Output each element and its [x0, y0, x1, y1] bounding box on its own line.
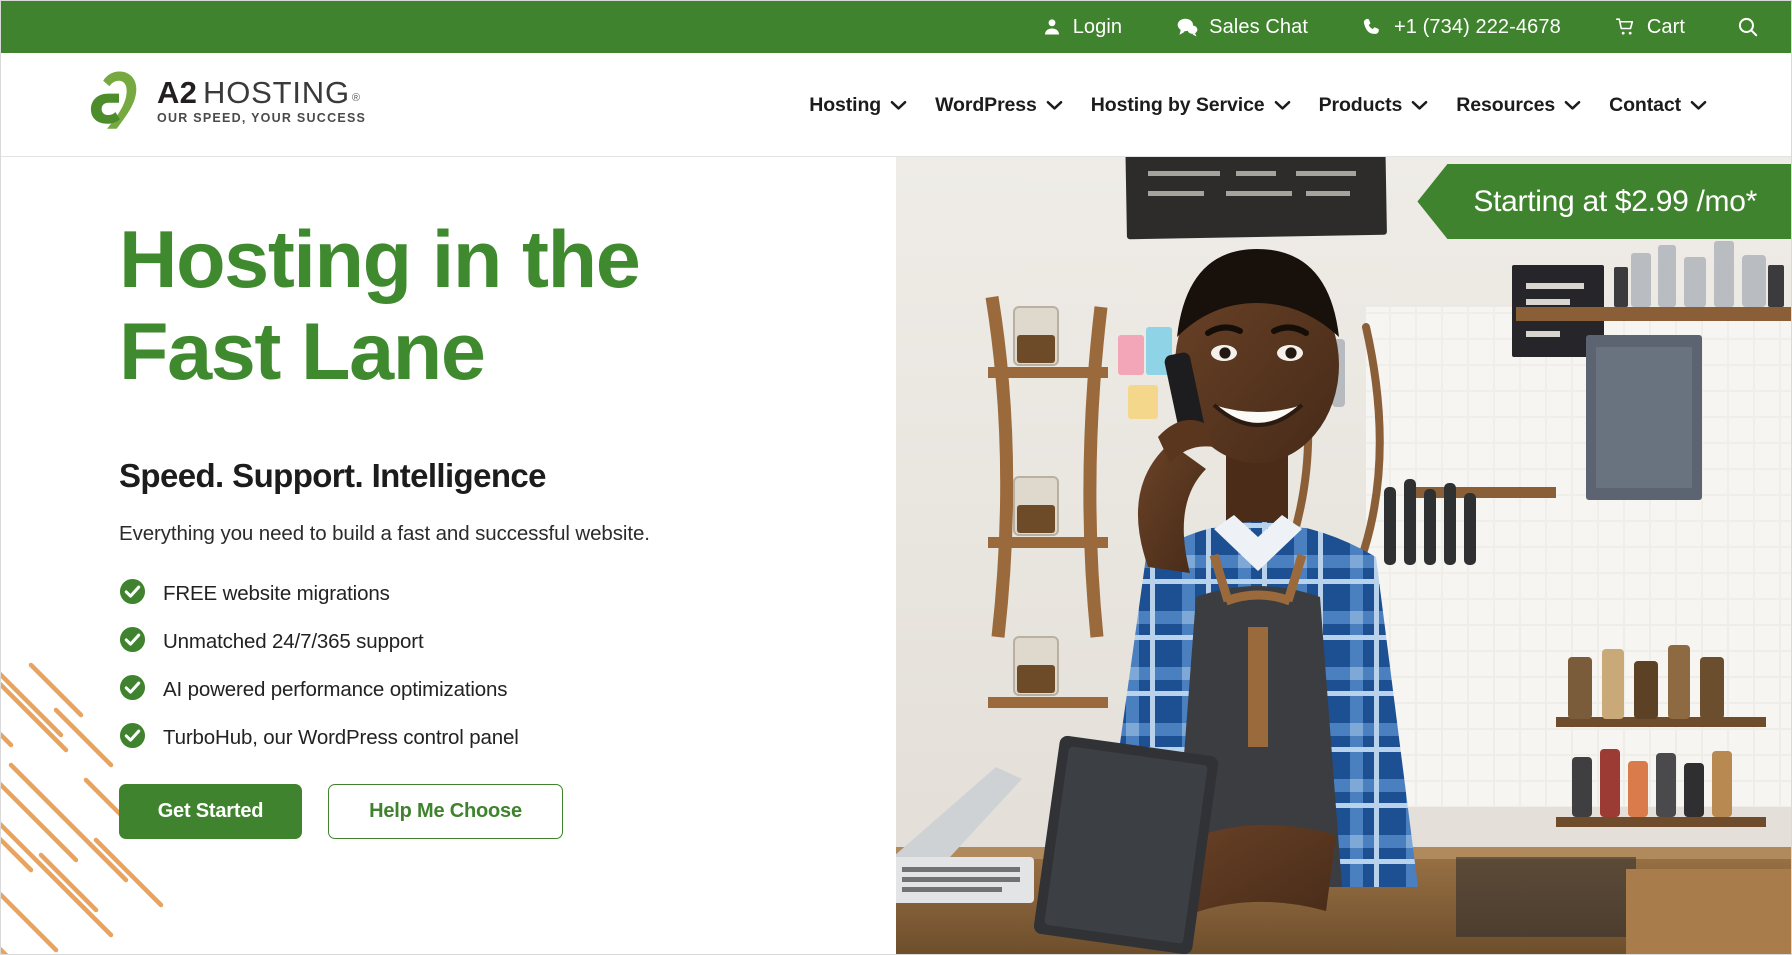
price-banner[interactable]: Starting at $2.99 /mo* — [1417, 164, 1791, 239]
user-icon — [1042, 17, 1062, 37]
nav-item-contact[interactable]: Contact — [1595, 94, 1721, 117]
check-circle-icon — [119, 626, 146, 658]
hero-title-line-2: Fast Lane — [119, 307, 486, 398]
hero-subtitle: Speed. Support. Intelligence — [119, 456, 547, 494]
hero-copy: Hosting in the Fast Lane Speed. Support.… — [119, 214, 819, 839]
a2-logo-mark-icon — [89, 69, 145, 131]
check-circle-icon — [119, 722, 146, 754]
main-navigation: Hosting WordPress Hosting by Service Pro… — [795, 53, 1721, 157]
nav-item-products[interactable]: Products — [1305, 94, 1443, 117]
feature-label: Unmatched 24/7/365 support — [163, 629, 424, 653]
site-header: A2 HOSTING ® OUR SPEED, YOUR SUCCESS Hos… — [1, 53, 1791, 157]
chevron-down-icon — [1411, 94, 1428, 117]
feature-label: TurboHub, our WordPress control panel — [163, 725, 519, 749]
logo-name-bold: A2 — [157, 74, 198, 110]
feature-label: AI powered performance optimizations — [163, 677, 508, 701]
chevron-down-icon — [1564, 94, 1581, 117]
topbar-label-phone: +1 (734) 222-4678 — [1393, 15, 1561, 38]
logo-tagline: OUR SPEED, YOUR SUCCESS — [157, 111, 367, 126]
chevron-down-icon — [1690, 94, 1707, 117]
nav-label-resources: Resources — [1456, 93, 1556, 116]
registered-trademark-icon: ® — [351, 91, 361, 104]
hero-lead-paragraph: Everything you need to build a fast and … — [119, 521, 650, 545]
logo-wordmark: A2 HOSTING ® OUR SPEED, YOUR SUCCESS — [157, 75, 366, 126]
nav-item-resources[interactable]: Resources — [1442, 94, 1595, 117]
check-circle-icon — [119, 578, 146, 610]
list-item: TurboHub, our WordPress control panel — [119, 722, 819, 754]
nav-item-hosting-by-service[interactable]: Hosting by Service — [1077, 94, 1305, 117]
nav-label-wordpress: WordPress — [935, 93, 1037, 116]
topbar-item-login[interactable]: Login — [1042, 16, 1122, 39]
hero-title: Hosting in the Fast Lane — [119, 214, 819, 399]
nav-item-hosting[interactable]: Hosting — [795, 94, 921, 117]
get-started-button[interactable]: Get Started — [119, 783, 302, 839]
topbar-label-cart: Cart — [1646, 15, 1685, 38]
search-icon — [1737, 16, 1759, 38]
chevron-down-icon — [1274, 94, 1291, 117]
chevron-down-icon — [1046, 94, 1063, 117]
logo-name-light: HOSTING — [203, 74, 350, 110]
cart-icon — [1615, 17, 1636, 37]
topbar-item-phone[interactable]: +1 (734) 222-4678 — [1362, 16, 1561, 39]
nav-label-contact: Contact — [1609, 93, 1681, 116]
help-me-choose-button[interactable]: Help Me Choose — [328, 783, 563, 839]
hero-title-line-1: Hosting in the — [119, 215, 641, 305]
hero-feature-list: FREE website migrations Unmatched 24/7/3… — [119, 578, 819, 754]
list-item: AI powered performance optimizations — [119, 674, 819, 706]
hero-photo-illustration — [896, 157, 1791, 954]
nav-item-wordpress[interactable]: WordPress — [921, 94, 1077, 117]
feature-label: FREE website migrations — [163, 581, 390, 605]
list-item: Unmatched 24/7/365 support — [119, 626, 819, 658]
top-utility-bar: Login Sales Chat +1 (734) 222-4678 Cart — [1, 1, 1791, 53]
search-button[interactable] — [1737, 16, 1759, 38]
chevron-down-icon — [890, 94, 907, 117]
page-root: Login Sales Chat +1 (734) 222-4678 Cart … — [0, 0, 1792, 955]
list-item: FREE website migrations — [119, 578, 819, 610]
chat-icon — [1176, 17, 1198, 37]
nav-label-hosting: Hosting — [809, 93, 882, 116]
hero-content-column: Hosting in the Fast Lane Speed. Support.… — [1, 157, 896, 954]
topbar-item-sales-chat[interactable]: Sales Chat — [1176, 16, 1308, 39]
phone-icon — [1362, 17, 1383, 38]
nav-label-products: Products — [1318, 93, 1403, 116]
hero-cta-row: Get Started Help Me Choose — [119, 783, 819, 839]
check-circle-icon — [119, 674, 146, 706]
topbar-item-cart[interactable]: Cart — [1615, 16, 1685, 39]
topbar-label-login: Login — [1072, 15, 1123, 38]
hero-image: Starting at $2.99 /mo* — [896, 157, 1791, 954]
hero-section: Hosting in the Fast Lane Speed. Support.… — [1, 157, 1791, 954]
nav-label-hosting-by-service: Hosting by Service — [1090, 93, 1265, 116]
site-logo[interactable]: A2 HOSTING ® OUR SPEED, YOUR SUCCESS — [89, 69, 366, 131]
topbar-label-sales-chat: Sales Chat — [1209, 15, 1308, 38]
